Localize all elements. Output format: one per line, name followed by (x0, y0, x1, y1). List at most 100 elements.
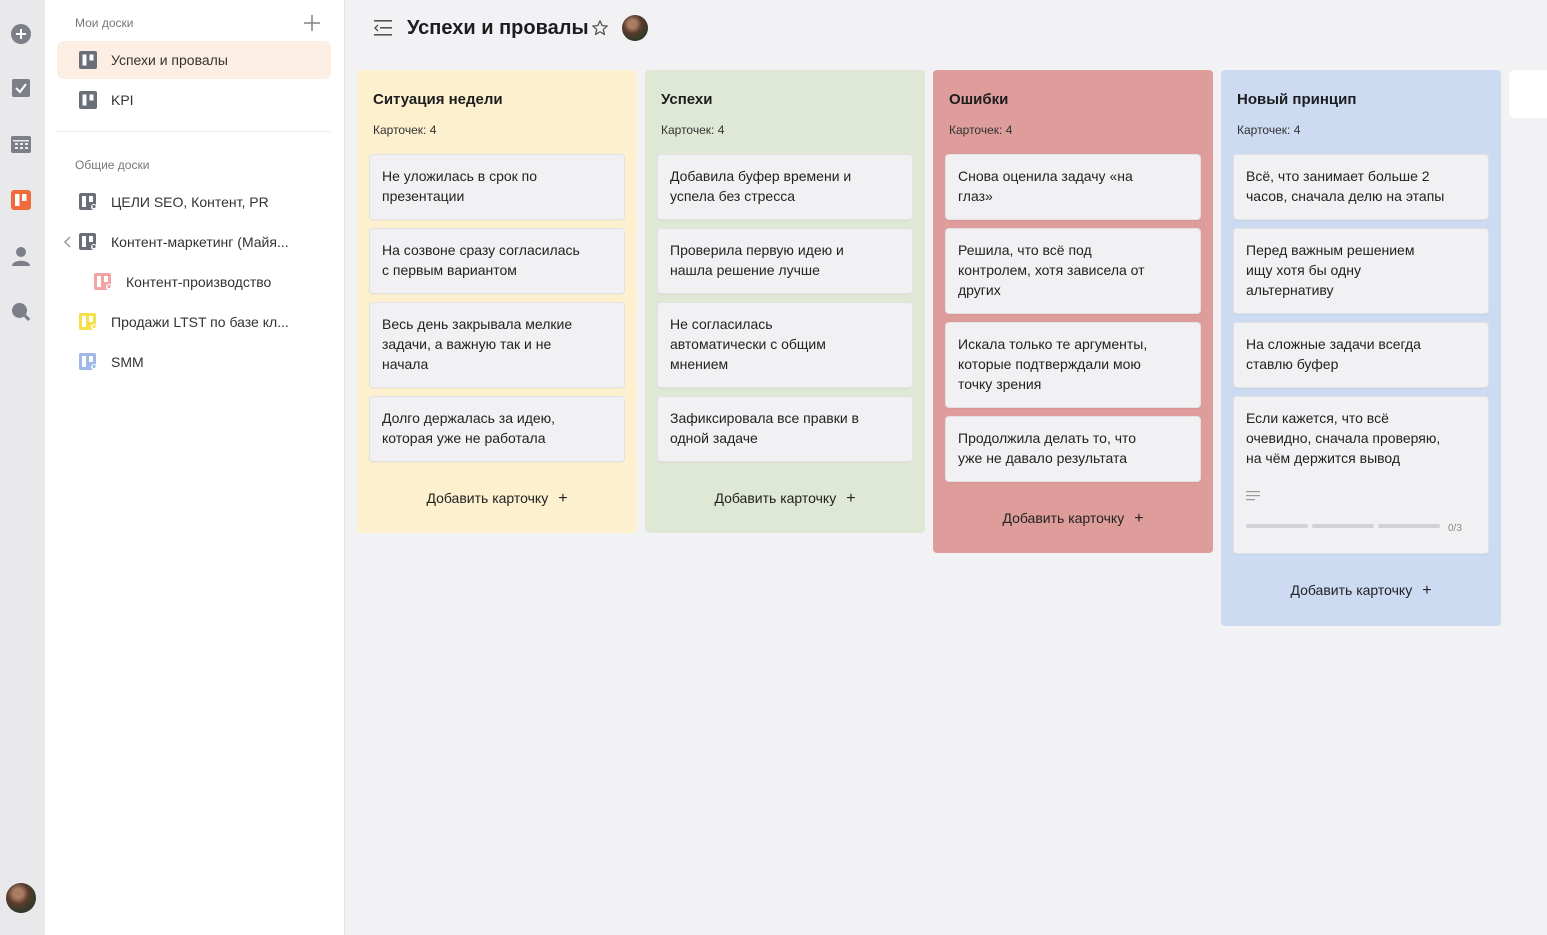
column-card-count: Карточек: 4 (661, 123, 725, 137)
add-column-stub[interactable] (1509, 70, 1547, 118)
add-card-label: Добавить карточку (426, 490, 549, 506)
star-icon[interactable] (591, 19, 609, 37)
card-text: Продолжила делать то, что уже не давало … (958, 430, 1137, 466)
card[interactable]: Добавила буфер времени и успела без стре… (657, 154, 913, 220)
card[interactable]: Проверила первую идею и нашла решение лу… (657, 228, 913, 294)
column-title: Новый принцип (1237, 91, 1357, 108)
shared-board-icon (94, 273, 112, 291)
board-header: Успехи и провалы (345, 0, 1547, 60)
plus-icon: + (1134, 510, 1144, 527)
add-card-label: Добавить карточку (1002, 510, 1125, 526)
card[interactable]: Не согласилась автоматически с общим мне… (657, 302, 913, 388)
my-boards-title: Мои доски (75, 16, 134, 30)
column-new-principle: Новый принцип Карточек: 4 Всё, что заним… (1221, 70, 1501, 626)
column-errors: Ошибки Карточек: 4 Снова оценила задачу … (933, 70, 1213, 553)
sidebar-item-label: Контент-маркетинг (Майя... (111, 234, 289, 250)
sidebar-item-label: SMM (111, 354, 144, 370)
card-text: На сложные задачи всегда ставлю буфер (1246, 336, 1421, 372)
plus-circle-icon[interactable] (10, 23, 32, 45)
add-board-button[interactable] (301, 12, 323, 34)
calendar-icon[interactable] (10, 133, 32, 155)
user-avatar[interactable] (6, 883, 36, 913)
column-title: Ошибки (949, 91, 1009, 108)
shared-board-icon (79, 233, 97, 251)
card-text: Если кажется, что всё очевидно, сначала … (1246, 410, 1441, 466)
search-icon[interactable] (10, 301, 32, 323)
card[interactable]: Долго держалась за идею, которая уже не … (369, 396, 625, 462)
card[interactable]: Решила, что всё под контролем, хотя зави… (945, 228, 1201, 314)
board-member-avatar[interactable] (622, 15, 648, 41)
card[interactable]: Не уложилась в срок по презентации (369, 154, 625, 220)
column-situation: Ситуация недели Карточек: 4 Не уложилась… (357, 70, 637, 533)
card[interactable]: На созвоне сразу согласилась с первым ва… (369, 228, 625, 294)
plus-icon: + (1422, 582, 1432, 599)
card[interactable]: Зафиксировала все правки в одной задаче (657, 396, 913, 462)
card-text: Всё, что занимает больше 2 часов, сначал… (1246, 168, 1445, 204)
add-card-label: Добавить карточку (714, 490, 837, 506)
sidebar-item-label: Контент-производство (126, 274, 272, 290)
column-card-count: Карточек: 4 (373, 123, 437, 137)
sidebar-item-kpi[interactable]: KPI (57, 81, 331, 119)
page-title: Успехи и провалы (407, 17, 589, 39)
card[interactable]: Снова оценила задачу «на глаз» (945, 154, 1201, 220)
card[interactable]: Весь день закрывала мелкие задачи, а важ… (369, 302, 625, 388)
shared-boards-title: Общие доски (75, 158, 150, 172)
chevron-left-icon[interactable] (62, 235, 74, 249)
sidebar-item-sales-ltst[interactable]: Продажи LTST по базе кл... (57, 303, 331, 341)
add-card-button[interactable]: Добавить карточку + (933, 510, 1213, 528)
card-text: Долго держалась за идею, которая уже не … (382, 410, 556, 446)
card[interactable]: На сложные задачи всегда ставлю буфер (1233, 322, 1489, 388)
sidebar-item-content-marketing[interactable]: Контент-маркетинг (Майя... (57, 223, 331, 261)
sidebar-item-label: Продажи LTST по базе кл... (111, 314, 289, 330)
card-text: Искала только те аргументы, которые подт… (958, 336, 1148, 392)
sidebar-item-smm[interactable]: SMM (57, 343, 331, 381)
board-icon (79, 91, 97, 109)
card-text: Проверила первую идею и нашла решение лу… (670, 242, 844, 278)
sidebar-item-uspekhi[interactable]: Успехи и провалы (57, 41, 331, 79)
icon-rail (0, 0, 45, 935)
user-icon[interactable] (10, 245, 32, 267)
card[interactable]: Искала только те аргументы, которые подт… (945, 322, 1201, 408)
sidebar-divider (57, 131, 331, 132)
card[interactable]: Перед важным решением ищу хотя бы одну а… (1233, 228, 1489, 314)
column-card-count: Карточек: 4 (949, 123, 1013, 137)
board-icon (79, 51, 97, 69)
column-card-count: Карточек: 4 (1237, 123, 1301, 137)
card[interactable]: Продолжила делать то, что уже не давало … (945, 416, 1201, 482)
menu-toggle-icon[interactable] (374, 19, 394, 37)
card[interactable]: Если кажется, что всё очевидно, сначала … (1233, 396, 1489, 554)
checklist-count: 0/3 (1448, 523, 1462, 534)
column-title: Успехи (661, 91, 713, 108)
checklist-progress (1246, 524, 1440, 528)
column-successes: Успехи Карточек: 4 Добавила буфер времен… (645, 70, 925, 533)
sidebar-item-label: ЦЕЛИ SEO, Контент, PR (111, 194, 269, 210)
card-text: Перед важным решением ищу хотя бы одну а… (1246, 242, 1415, 298)
sidebar-item-label: KPI (111, 92, 134, 108)
shared-board-icon (79, 313, 97, 331)
sidebar-item-seo-goals[interactable]: ЦЕЛИ SEO, Контент, PR (57, 183, 331, 221)
boards-icon[interactable] (10, 189, 32, 211)
shared-board-icon (79, 353, 97, 371)
sidebar: Мои доски Успехи и провалы KPI Общие дос… (45, 0, 345, 935)
card-text: Не уложилась в срок по презентации (382, 168, 538, 204)
plus-icon (304, 15, 320, 31)
plus-icon: + (558, 490, 568, 507)
sidebar-item-content-production[interactable]: Контент-производство (57, 263, 331, 301)
checkbox-icon[interactable] (10, 77, 32, 99)
plus-icon: + (846, 490, 856, 507)
shared-board-icon (79, 193, 97, 211)
add-card-button[interactable]: Добавить карточку + (645, 490, 925, 508)
card-text: На созвоне сразу согласилась с первым ва… (382, 242, 580, 278)
card-text: Решила, что всё под контролем, хотя зави… (958, 242, 1145, 298)
description-icon (1246, 487, 1260, 501)
card-text: Снова оценила задачу «на глаз» (958, 168, 1133, 204)
card-text: Зафиксировала все правки в одной задаче (670, 410, 859, 446)
sidebar-item-label: Успехи и провалы (111, 52, 228, 68)
add-card-label: Добавить карточку (1290, 582, 1413, 598)
add-card-button[interactable]: Добавить карточку + (357, 490, 637, 508)
add-card-button[interactable]: Добавить карточку + (1221, 582, 1501, 600)
column-title: Ситуация недели (373, 91, 503, 108)
card-text: Добавила буфер времени и успела без стре… (670, 168, 852, 204)
card-text: Не согласилась автоматически с общим мне… (670, 316, 826, 372)
card[interactable]: Всё, что занимает больше 2 часов, сначал… (1233, 154, 1489, 220)
